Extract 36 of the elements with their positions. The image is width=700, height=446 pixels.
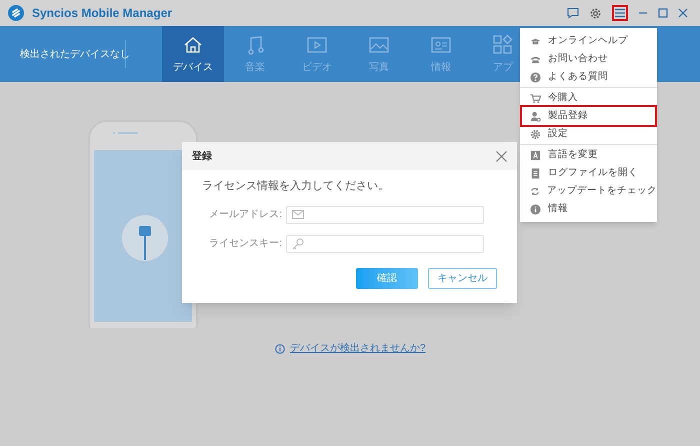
settings-icon[interactable]: [589, 6, 602, 20]
dialog-prompt: ライセンス情報を入力してください。: [202, 179, 390, 194]
nav-tab[interactable]: デバイス: [162, 26, 224, 82]
settings-icon: [530, 128, 541, 140]
app-logo-icon: [8, 5, 24, 21]
cart-icon: [530, 92, 541, 104]
menu-item[interactable]: ログファイルを開く: [520, 164, 657, 182]
menu-item[interactable]: 製品登録: [522, 107, 655, 125]
close-icon[interactable]: [678, 8, 688, 18]
menu-item[interactable]: 今購入: [520, 89, 657, 107]
maximize-icon[interactable]: [658, 8, 668, 18]
user-key-icon: [530, 110, 541, 122]
input-field[interactable]: [286, 234, 484, 252]
menu-item[interactable]: アップデートをチェック: [520, 182, 657, 200]
field-label: メールアドレス:: [208, 208, 283, 222]
close-icon[interactable]: [496, 150, 507, 162]
field-label: ライセンスキー:: [208, 237, 283, 251]
info-icon: [275, 344, 285, 354]
menu-button[interactable]: [612, 5, 628, 21]
menu-item[interactable]: 言語を変更: [520, 146, 657, 164]
chat-icon[interactable]: [567, 7, 579, 19]
envelope-icon: [292, 208, 304, 220]
dialog-title: 登録: [192, 150, 212, 164]
document-icon: [530, 168, 541, 178]
menu-item[interactable]: 情報: [520, 200, 657, 218]
grid-icon: [492, 34, 514, 56]
language-icon: [530, 150, 541, 160]
input-field[interactable]: [286, 206, 484, 224]
refresh-icon: [530, 186, 540, 196]
info-icon: [530, 204, 541, 214]
device-status: 検出されたデバイスなし: [20, 48, 130, 62]
window-title: Syncios Mobile Manager: [32, 5, 172, 22]
question-icon: [530, 72, 541, 82]
cancel-button[interactable]: キャンセル: [428, 268, 497, 288]
menu-item[interactable]: 設定: [520, 125, 657, 143]
key-icon: [292, 238, 304, 250]
